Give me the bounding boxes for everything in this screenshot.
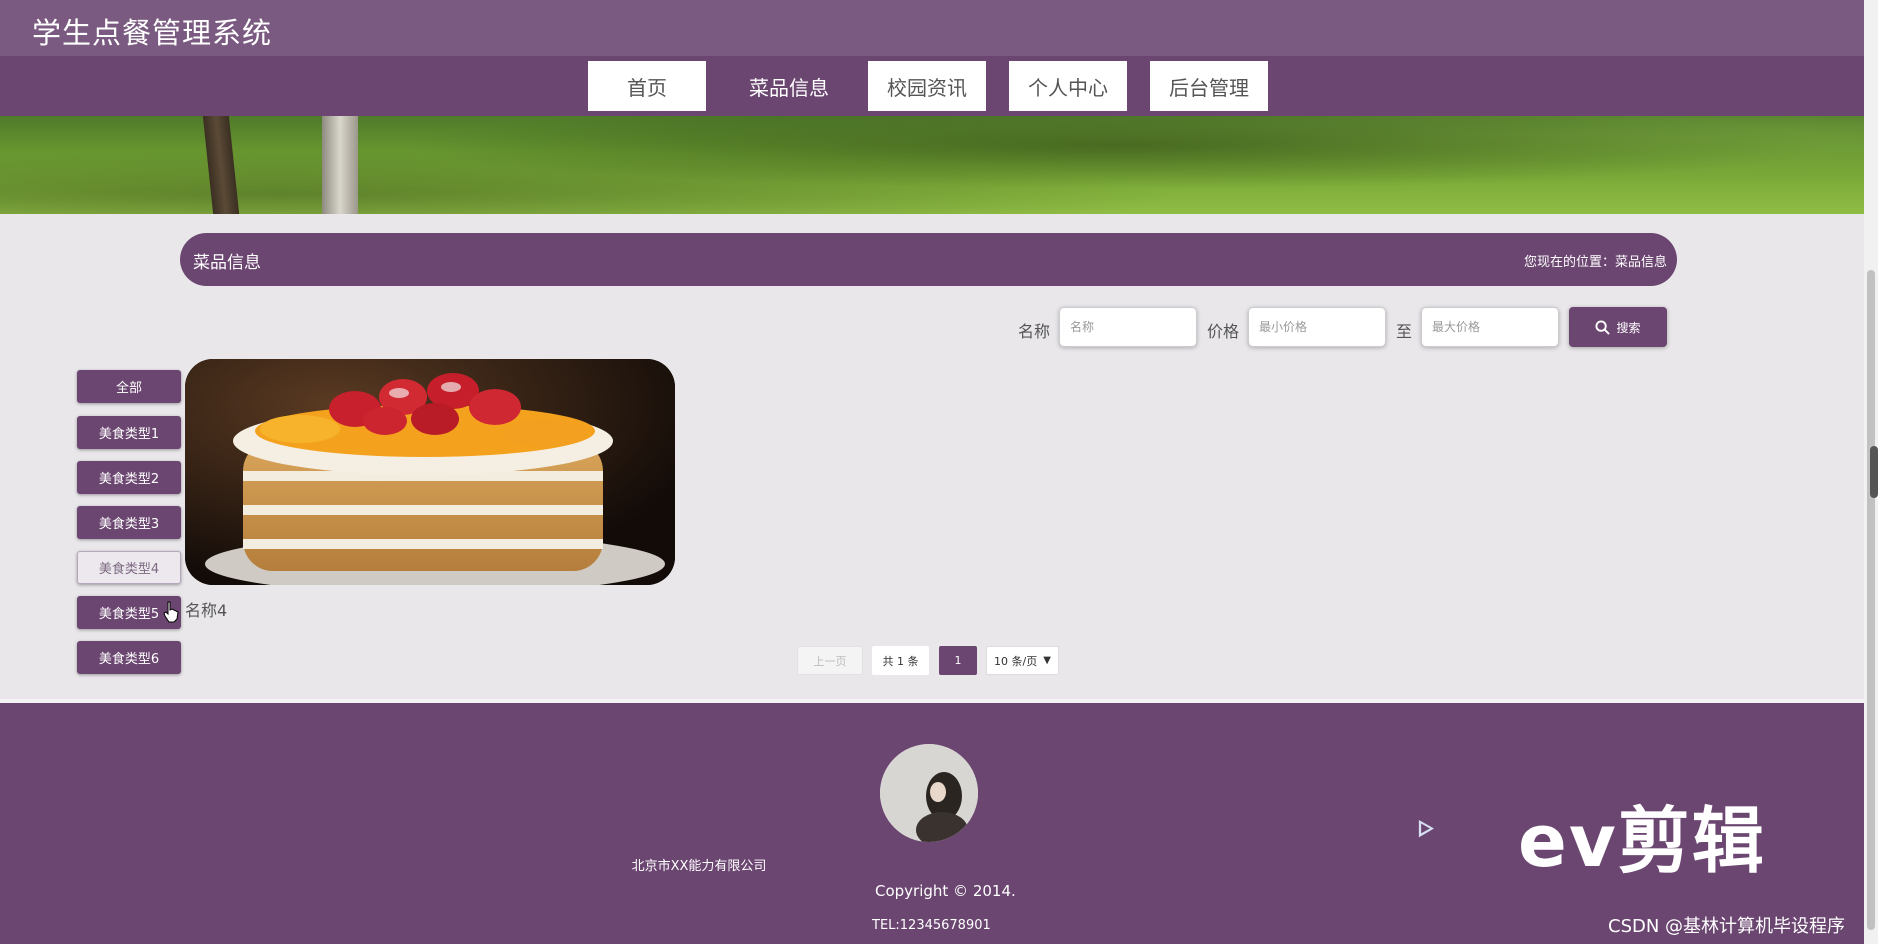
name-label: 名称 — [1018, 322, 1051, 341]
price-label: 价格 — [1207, 322, 1240, 341]
top-header: 学生点餐管理系统 — [0, 0, 1864, 56]
prev-page-button[interactable]: 上一页 — [797, 646, 863, 675]
chevron-down-icon: ▼ — [1043, 655, 1051, 666]
cake-image — [185, 359, 675, 585]
category-type-6[interactable]: 美食类型6 — [77, 641, 181, 674]
site-title: 学生点餐管理系统 — [32, 16, 273, 50]
min-price-input[interactable] — [1248, 307, 1386, 347]
main-nav: 首页 菜品信息 校园资讯 个人中心 后台管理 — [0, 56, 1864, 116]
scroll-indicator — [1870, 446, 1878, 498]
section-title-bar: 菜品信息 您现在的位置：菜品信息 — [180, 233, 1677, 286]
breadcrumb: 您现在的位置：菜品信息 — [1523, 255, 1667, 270]
to-label: 至 — [1396, 322, 1413, 341]
ev-play-icon — [1418, 820, 1434, 838]
telephone-text: TEL:12345678901 — [872, 918, 991, 933]
nav-item-dishes[interactable]: 菜品信息 — [730, 61, 848, 111]
nav-item-admin[interactable]: 后台管理 — [1150, 61, 1268, 111]
scrollbar-thumb[interactable] — [1867, 270, 1875, 930]
search-button-label: 搜索 — [1616, 320, 1641, 335]
tree-trunk — [322, 116, 358, 214]
category-type-2[interactable]: 美食类型2 — [77, 461, 181, 494]
page-size-value: 10 条/页 — [994, 654, 1038, 668]
max-price-input[interactable] — [1421, 307, 1559, 347]
food-card-image[interactable] — [185, 359, 675, 585]
search-button[interactable]: 搜索 — [1569, 307, 1667, 347]
food-name[interactable]: 名称4 — [185, 597, 227, 621]
copyright-text: Copyright © 2014. — [875, 882, 1016, 900]
category-type-4[interactable]: 美食类型4 — [77, 551, 181, 584]
hand-cursor-icon — [163, 601, 179, 623]
name-search-input[interactable] — [1059, 307, 1197, 347]
category-all[interactable]: 全部 — [77, 370, 181, 403]
search-icon — [1595, 319, 1611, 335]
category-type-3[interactable]: 美食类型3 — [77, 506, 181, 539]
section-title: 菜品信息 — [193, 253, 261, 273]
page-size-select[interactable]: 10 条/页 ▼ — [986, 646, 1059, 675]
ev-brand-logo: ev剪辑 — [1518, 799, 1766, 883]
total-count: 共 1 条 — [872, 646, 929, 675]
csdn-watermark: CSDN @基林计算机毕设程序 — [1608, 916, 1846, 937]
nav-item-news[interactable]: 校园资讯 — [868, 61, 986, 111]
nav-item-home[interactable]: 首页 — [588, 61, 706, 111]
nav-item-profile[interactable]: 个人中心 — [1009, 61, 1127, 111]
company-avatar — [880, 744, 978, 842]
category-type-1[interactable]: 美食类型1 — [77, 416, 181, 449]
page-number-button[interactable]: 1 — [939, 646, 977, 675]
banner-image — [0, 116, 1864, 214]
